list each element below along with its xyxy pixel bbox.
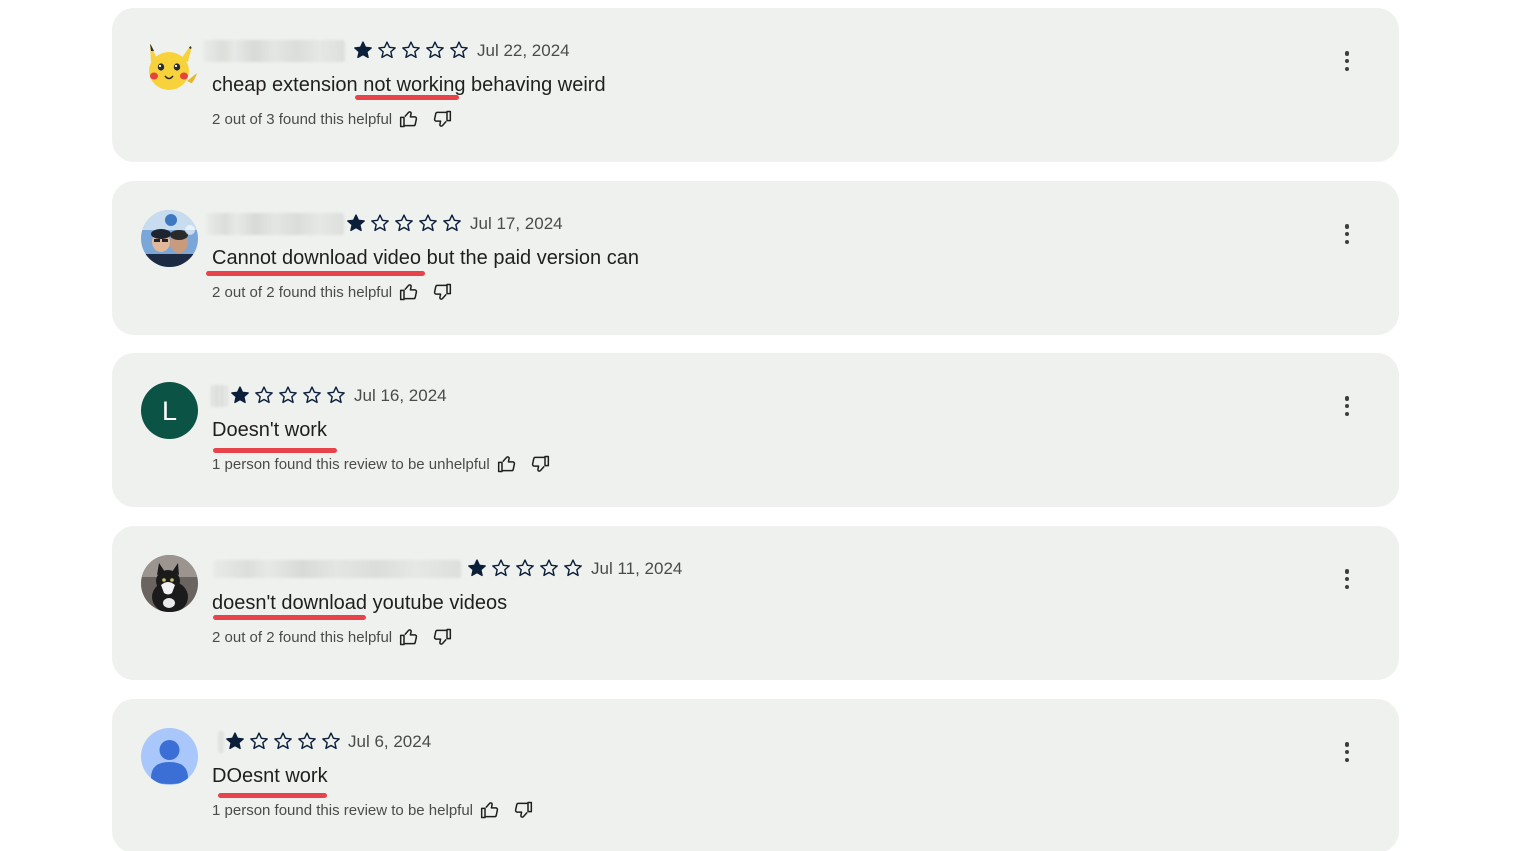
star-outline-icon <box>327 386 345 404</box>
thumbs-down-icon[interactable] <box>432 627 452 647</box>
star-outline-icon <box>395 214 413 232</box>
helpful-row: 1 person found this review to be unhelpf… <box>212 453 550 475</box>
star-outline-icon <box>371 214 389 232</box>
more-vert-icon <box>1344 742 1350 747</box>
star-outline-icon <box>564 559 582 577</box>
review-text: Doesn't work <box>212 419 327 441</box>
thumbs-down-icon[interactable] <box>530 454 550 474</box>
thumbs-up-icon[interactable] <box>399 627 419 647</box>
more-options-button[interactable] <box>1338 221 1356 247</box>
review-card: Jul 11, 2024 doesn't download youtube vi… <box>112 526 1399 680</box>
more-options-button[interactable] <box>1338 393 1356 419</box>
helpful-row: 2 out of 3 found this helpful <box>212 108 452 130</box>
review-card: Jul 17, 2024 Cannot download video but t… <box>112 181 1399 335</box>
thumbs-up-icon[interactable] <box>399 282 419 302</box>
reviewer-name-redacted <box>203 40 345 62</box>
avatar-letter-icon: L <box>141 382 198 439</box>
star-rating <box>225 730 341 752</box>
thumbs-up-icon[interactable] <box>399 109 419 129</box>
star-outline-icon <box>450 41 468 59</box>
star-filled-icon <box>468 559 486 577</box>
review-date: Jul 17, 2024 <box>470 214 563 233</box>
star-filled-icon <box>231 386 249 404</box>
reviewer-name-redacted <box>210 385 228 407</box>
star-rating <box>346 212 462 234</box>
helpful-row: 1 person found this review to be helpful <box>212 799 533 821</box>
helpful-row: 2 out of 2 found this helpful <box>212 281 452 303</box>
reviewer-name-redacted <box>213 560 461 578</box>
thumbs-down-icon[interactable] <box>432 109 452 129</box>
star-outline-icon <box>250 732 268 750</box>
star-outline-icon <box>303 386 321 404</box>
review-date: Jul 16, 2024 <box>354 386 447 405</box>
star-outline-icon <box>426 41 444 59</box>
helpful-count: 1 person found this review to be unhelpf… <box>212 455 490 473</box>
review-text: DOesnt work <box>212 765 328 787</box>
review-date: Jul 22, 2024 <box>477 41 570 60</box>
review-text: cheap extension not working behaving wei… <box>212 74 606 96</box>
review-card: Jul 6, 2024 DOesnt work 1 person found t… <box>112 699 1399 851</box>
helpful-count: 2 out of 3 found this helpful <box>212 110 393 128</box>
thumbs-up-icon[interactable] <box>497 454 517 474</box>
review-date: Jul 11, 2024 <box>591 559 683 578</box>
reviewer-name-redacted <box>206 213 344 235</box>
star-outline-icon <box>279 386 297 404</box>
more-vert-icon <box>1344 396 1350 401</box>
avatar-photo-icon <box>141 210 198 267</box>
highlight-underline <box>218 793 327 798</box>
star-outline-icon <box>402 41 420 59</box>
review-text: Cannot download video but the paid versi… <box>212 247 639 269</box>
helpful-count: 1 person found this review to be helpful <box>212 801 473 819</box>
more-vert-icon <box>1344 51 1350 56</box>
star-outline-icon <box>298 732 316 750</box>
star-rating <box>230 384 346 406</box>
more-options-button[interactable] <box>1338 48 1356 74</box>
helpful-count: 2 out of 2 found this helpful <box>212 283 393 301</box>
highlight-underline <box>355 95 459 100</box>
thumbs-down-icon[interactable] <box>432 282 452 302</box>
star-filled-icon <box>354 41 372 59</box>
review-text: doesn't download youtube videos <box>212 592 508 614</box>
review-card: L Jul 16, 2024 Doesn't work 1 person fou… <box>112 353 1399 507</box>
star-outline-icon <box>492 559 510 577</box>
avatar-pikachu-icon <box>141 37 198 94</box>
avatar-cat-photo-icon <box>141 555 198 612</box>
more-options-button[interactable] <box>1338 566 1356 592</box>
avatar-default-person-icon <box>141 728 198 785</box>
helpful-count: 2 out of 2 found this helpful <box>212 628 393 646</box>
thumbs-up-icon[interactable] <box>480 800 500 820</box>
star-filled-icon <box>347 214 365 232</box>
star-outline-icon <box>419 214 437 232</box>
highlight-underline <box>213 615 366 620</box>
reviewer-name-redacted <box>218 731 224 753</box>
star-outline-icon <box>378 41 396 59</box>
thumbs-down-icon[interactable] <box>513 800 533 820</box>
star-rating <box>467 557 583 579</box>
star-outline-icon <box>274 732 292 750</box>
star-filled-icon <box>226 732 244 750</box>
more-vert-icon <box>1344 224 1350 229</box>
more-vert-icon <box>1344 569 1350 574</box>
helpful-row: 2 out of 2 found this helpful <box>212 626 452 648</box>
star-outline-icon <box>255 386 273 404</box>
star-outline-icon <box>322 732 340 750</box>
star-outline-icon <box>540 559 558 577</box>
star-outline-icon <box>516 559 534 577</box>
star-outline-icon <box>443 214 461 232</box>
svg-text:L: L <box>162 396 177 426</box>
review-card: Jul 22, 2024 cheap extension not working… <box>112 8 1399 162</box>
more-options-button[interactable] <box>1338 739 1356 765</box>
highlight-underline <box>206 271 425 276</box>
star-rating <box>353 39 469 61</box>
review-date: Jul 6, 2024 <box>348 732 432 751</box>
